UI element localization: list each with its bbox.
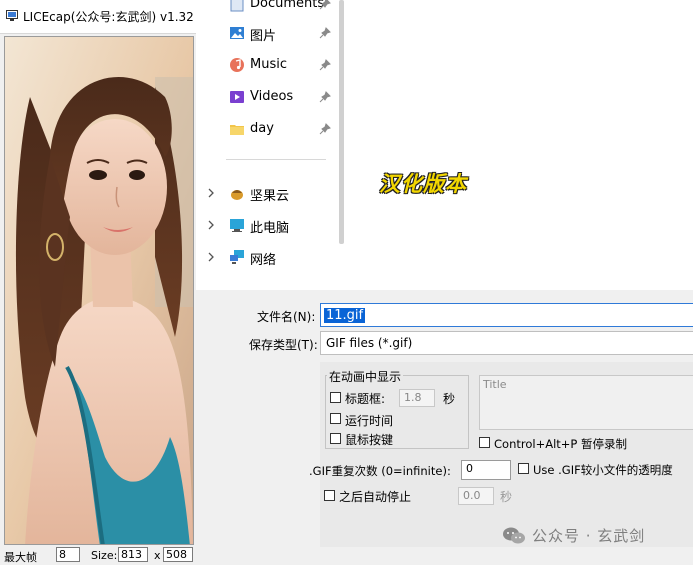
- elapsed-time-checkbox[interactable]: [330, 413, 341, 424]
- nav-item-label: Music: [250, 57, 287, 72]
- max-fps-label: 最大帧: [4, 551, 37, 564]
- nav-item-documents[interactable]: Documents: [196, 0, 336, 18]
- elapsed-time-label: 运行时间: [345, 414, 394, 428]
- nav-item-videos[interactable]: Videos: [196, 83, 336, 111]
- show-in-animation-title: 在动画中显示: [327, 368, 404, 385]
- filename-selected-text: 11.gif: [324, 308, 366, 323]
- licecap-title: LICEcap(公众号:玄武剑) v1.32 [: [23, 10, 203, 24]
- nutstore-icon: [231, 190, 243, 200]
- videos-icon: [230, 91, 244, 103]
- title-frame-seconds-unit: 秒: [443, 392, 456, 406]
- file-list-pane[interactable]: [348, 0, 693, 290]
- title-text-input[interactable]: Title: [479, 375, 693, 430]
- pin-icon: [319, 27, 331, 39]
- filetype-label: 保存类型(T):: [249, 338, 318, 352]
- mouse-buttons-checkbox[interactable]: [330, 433, 341, 444]
- capture-region-image: [4, 36, 194, 545]
- watermark-text: 公众号 · 玄武剑: [532, 527, 646, 545]
- licecap-app-icon: [6, 10, 18, 21]
- height-input[interactable]: 508: [163, 547, 193, 562]
- title-frame-checkbox[interactable]: [330, 392, 341, 403]
- filetype-value: GIF files (*.gif): [326, 336, 413, 350]
- nav-item-music[interactable]: Music: [196, 51, 336, 79]
- navigation-pane: Documents 图片 Music Videos day 坚果云 此电脑 网络: [196, 0, 351, 290]
- nav-item-label: 图片: [250, 29, 277, 44]
- licecap-title-bar[interactable]: LICEcap(公众号:玄武剑) v1.32 [: [0, 0, 202, 34]
- nav-separator: [226, 159, 326, 160]
- max-fps-input[interactable]: 8: [56, 547, 80, 562]
- licecap-footer: 最大帧 8 Size: 813 x 508: [0, 546, 196, 564]
- nav-item-label: Documents: [250, 0, 325, 11]
- auto-stop-seconds-input[interactable]: 0.0: [458, 487, 494, 505]
- nav-item-label: 此电脑: [250, 221, 290, 236]
- pause-hotkey-label: Control+Alt+P 暂停录制: [494, 437, 628, 451]
- chevron-right-icon[interactable]: [206, 219, 216, 231]
- title-frame-label: 标题框:: [345, 392, 386, 406]
- nav-scrollbar[interactable]: [339, 0, 344, 244]
- pin-icon: [319, 91, 331, 103]
- nav-item-pictures[interactable]: 图片: [196, 19, 336, 47]
- title-placeholder: Title: [483, 378, 507, 391]
- nav-item-label: 网络: [250, 253, 277, 268]
- pause-hotkey-checkbox[interactable]: [479, 437, 490, 448]
- auto-stop-seconds-unit: 秒: [500, 490, 513, 504]
- nav-item-network[interactable]: 网络: [196, 243, 336, 271]
- portrait-image: [5, 37, 193, 544]
- licecap-window: LICEcap(公众号:玄武剑) v1.32 [最大帧 8 Size: 813…: [0, 0, 202, 564]
- folder-icon: [230, 125, 244, 135]
- pin-icon: [319, 59, 331, 71]
- nav-item-label: Videos: [250, 89, 294, 104]
- documents-icon: [230, 0, 244, 12]
- nav-item-day[interactable]: day: [196, 115, 336, 143]
- pictures-icon: [230, 27, 244, 39]
- save-dialog: Documents 图片 Music Videos day 坚果云 此电脑 网络…: [196, 0, 693, 564]
- chevron-right-icon[interactable]: [206, 251, 216, 263]
- nav-item-nutstore[interactable]: 坚果云: [196, 179, 336, 207]
- pin-icon: [319, 123, 331, 135]
- size-x-label: x: [154, 549, 161, 562]
- gif-repeat-input[interactable]: 0: [461, 460, 511, 480]
- pin-icon: [319, 0, 331, 10]
- filename-label: 文件名(N):: [257, 310, 316, 324]
- title-frame-seconds-input[interactable]: 1.8: [399, 389, 435, 407]
- nav-item-this-pc[interactable]: 此电脑: [196, 211, 336, 239]
- auto-stop-label: 之后自动停止: [339, 490, 412, 504]
- filetype-select[interactable]: GIF files (*.gif): [320, 331, 693, 355]
- auto-stop-checkbox[interactable]: [324, 490, 335, 501]
- mouse-buttons-label: 鼠标按键: [345, 433, 394, 447]
- wechat-icon: [503, 527, 525, 544]
- music-icon: [230, 58, 244, 72]
- this-pc-icon: [230, 219, 244, 232]
- filename-input[interactable]: 11.gif: [320, 303, 693, 327]
- transparency-checkbox[interactable]: [518, 463, 529, 474]
- transparency-label: Use .GIF较小文件的透明度: [533, 463, 673, 477]
- gif-repeat-label: .GIF重复次数 (0=infinite):: [309, 464, 451, 478]
- nav-item-label: 坚果云: [250, 189, 290, 204]
- size-label: Size:: [91, 549, 118, 562]
- chevron-right-icon[interactable]: [206, 187, 216, 199]
- width-input[interactable]: 813: [118, 547, 148, 562]
- chinese-version-overlay-text: 汉化版本: [379, 172, 467, 196]
- network-icon: [230, 250, 244, 264]
- nav-item-label: day: [250, 121, 274, 136]
